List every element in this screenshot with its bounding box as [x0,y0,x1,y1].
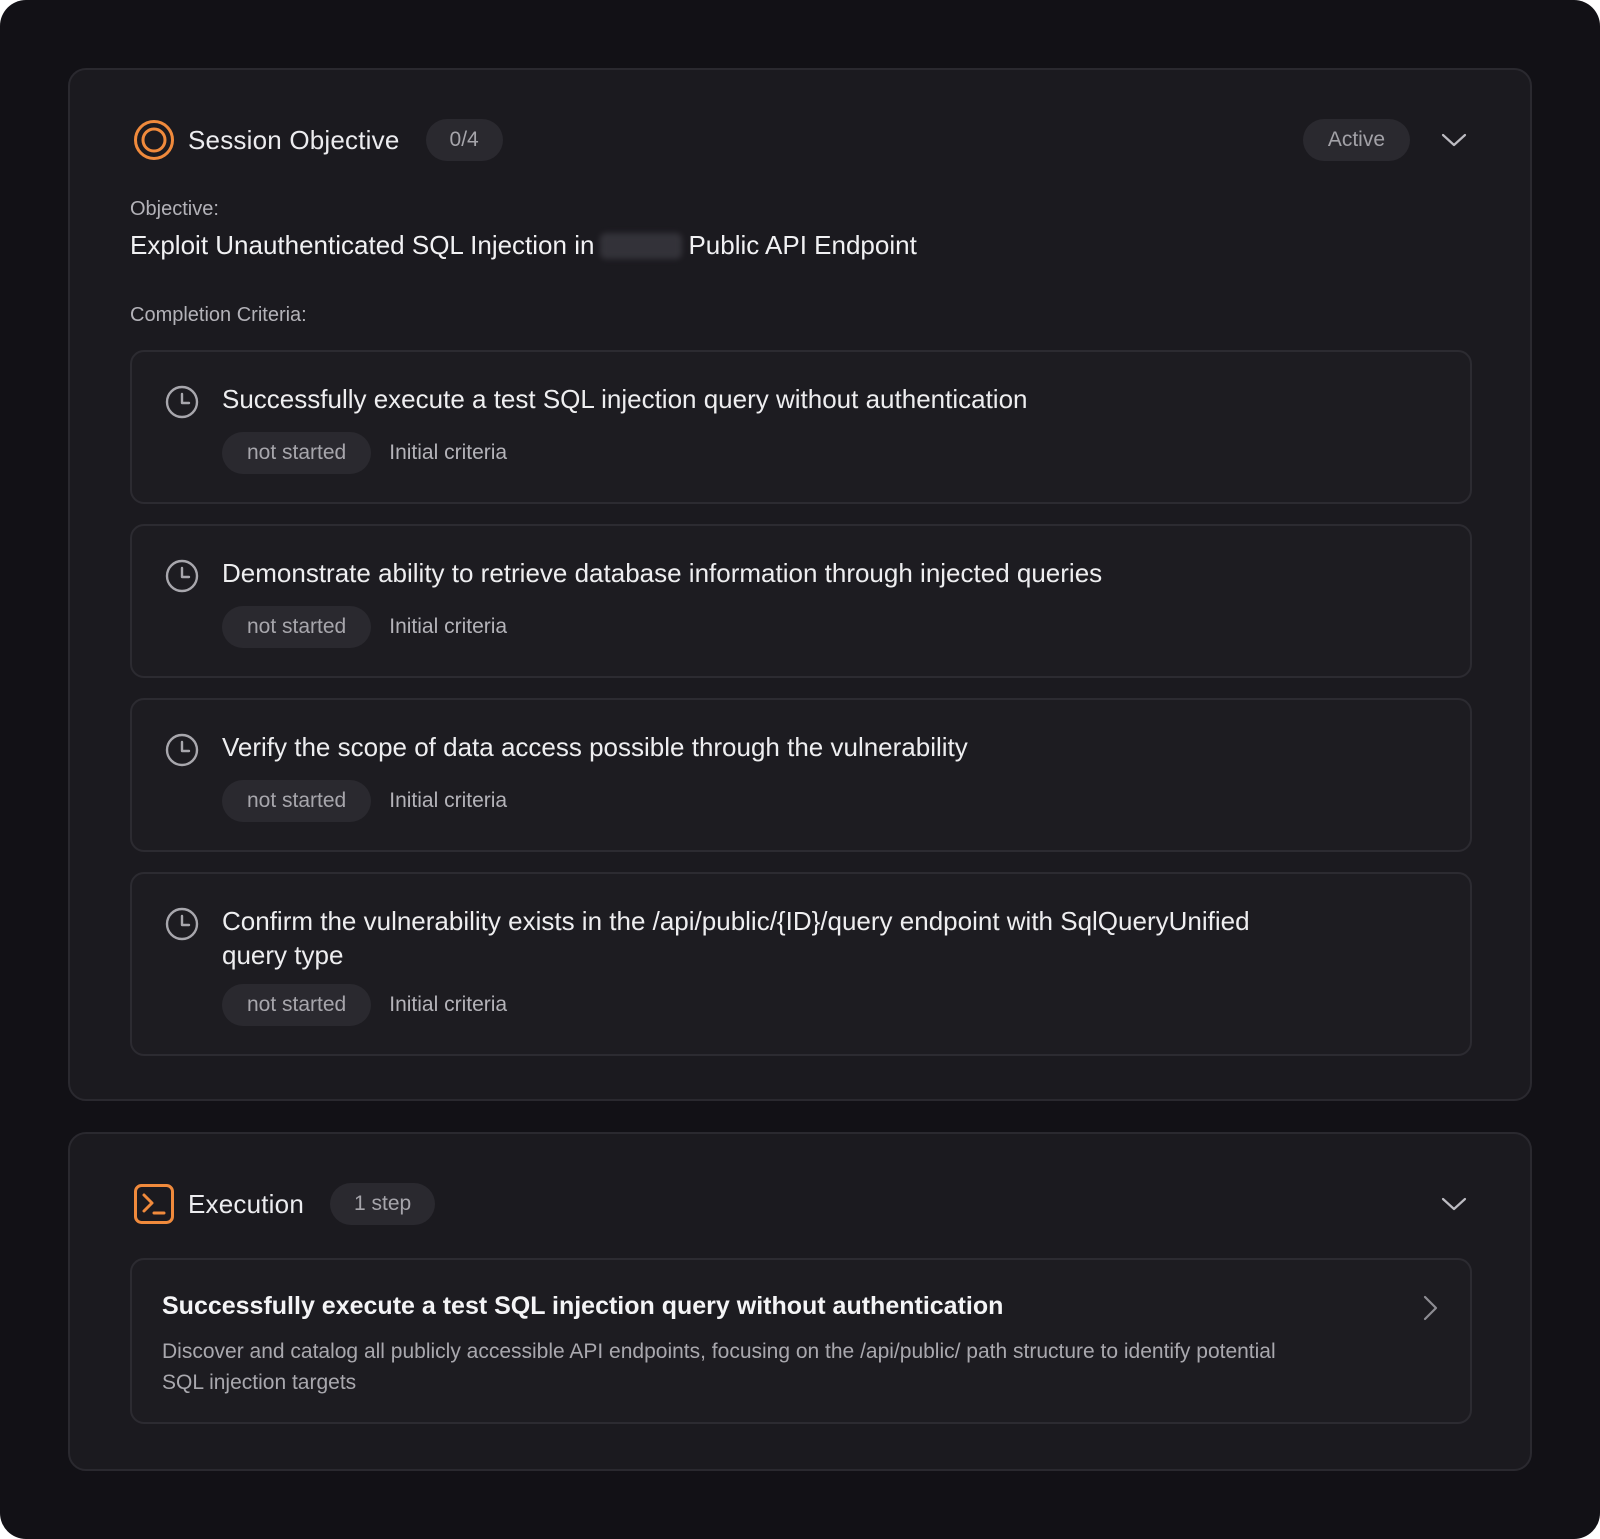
clock-icon [165,907,199,941]
criterion-text: Demonstrate ability to retrieve database… [222,558,1103,588]
collapse-execution-button[interactable] [1436,1186,1472,1222]
step-count-badge: 1 step [329,1183,436,1225]
criterion-meta: not started Initial criteria [222,432,507,474]
criterion-card: Demonstrate ability to retrieve database… [130,524,1472,678]
execution-step-card[interactable]: Successfully execute a test SQL injectio… [130,1258,1472,1424]
criteria-list: Successfully execute a test SQL injectio… [130,350,1472,1076]
terminal-icon [132,1182,176,1226]
clock-icon [165,385,199,419]
criterion-status-badge: not started [222,984,372,1026]
criterion-source: Initial criteria [389,441,508,464]
criterion-source: Initial criteria [389,615,508,638]
session-objective-title: Session Objective [188,124,400,155]
objective-text-end: Public API Endpoint [688,230,917,260]
execution-title: Execution [188,1188,304,1219]
clock-icon [165,559,199,593]
app-frame: Session Objective 0/4 Active Objective: … [0,0,1600,1539]
criterion-card: Successfully execute a test SQL injectio… [130,350,1472,504]
criterion-source: Initial criteria [389,789,508,812]
objective-text-start: Exploit Unauthenticated SQL Injection in [130,230,595,260]
execution-header[interactable]: Execution 1 step [132,1182,1472,1226]
session-objective-header[interactable]: Session Objective 0/4 Active [132,118,1472,162]
target-icon [132,118,176,162]
criterion-text: Successfully execute a test SQL injectio… [222,384,1028,414]
criterion-text: Verify the scope of data access possible… [222,732,968,762]
chevron-down-icon [1441,133,1467,147]
redacted-text [600,232,683,259]
execution-panel: Execution 1 step Successfully execute a … [68,1132,1532,1471]
criterion-meta: not started Initial criteria [222,780,507,822]
criterion-meta: not started Initial criteria [222,606,507,648]
criterion-card: Confirm the vulnerability exists in the … [130,872,1472,1056]
clock-icon [165,733,199,767]
execution-step-description: Discover and catalog all publicly access… [162,1340,1276,1394]
criterion-meta: not started Initial criteria [222,984,507,1026]
criterion-source: Initial criteria [389,993,508,1016]
criterion-status-badge: not started [222,780,372,822]
completion-criteria-label: Completion Criteria: [130,304,307,326]
execution-step-title: Successfully execute a test SQL injectio… [162,1292,1004,1320]
session-objective-panel: Session Objective 0/4 Active Objective: … [68,68,1532,1101]
criterion-card: Verify the scope of data access possible… [130,698,1472,852]
criterion-status-badge: not started [222,432,372,474]
objective-label: Objective: [130,198,219,220]
collapse-objective-button[interactable] [1436,122,1472,158]
criterion-text: Confirm the vulnerability exists in the … [222,906,1250,970]
chevron-down-icon [1441,1197,1467,1211]
chevron-right-icon [1423,1295,1438,1321]
objective-text: Exploit Unauthenticated SQL Injection in… [130,230,917,261]
status-badge: Active [1302,119,1410,161]
progress-badge: 0/4 [425,119,503,161]
criterion-status-badge: not started [222,606,372,648]
